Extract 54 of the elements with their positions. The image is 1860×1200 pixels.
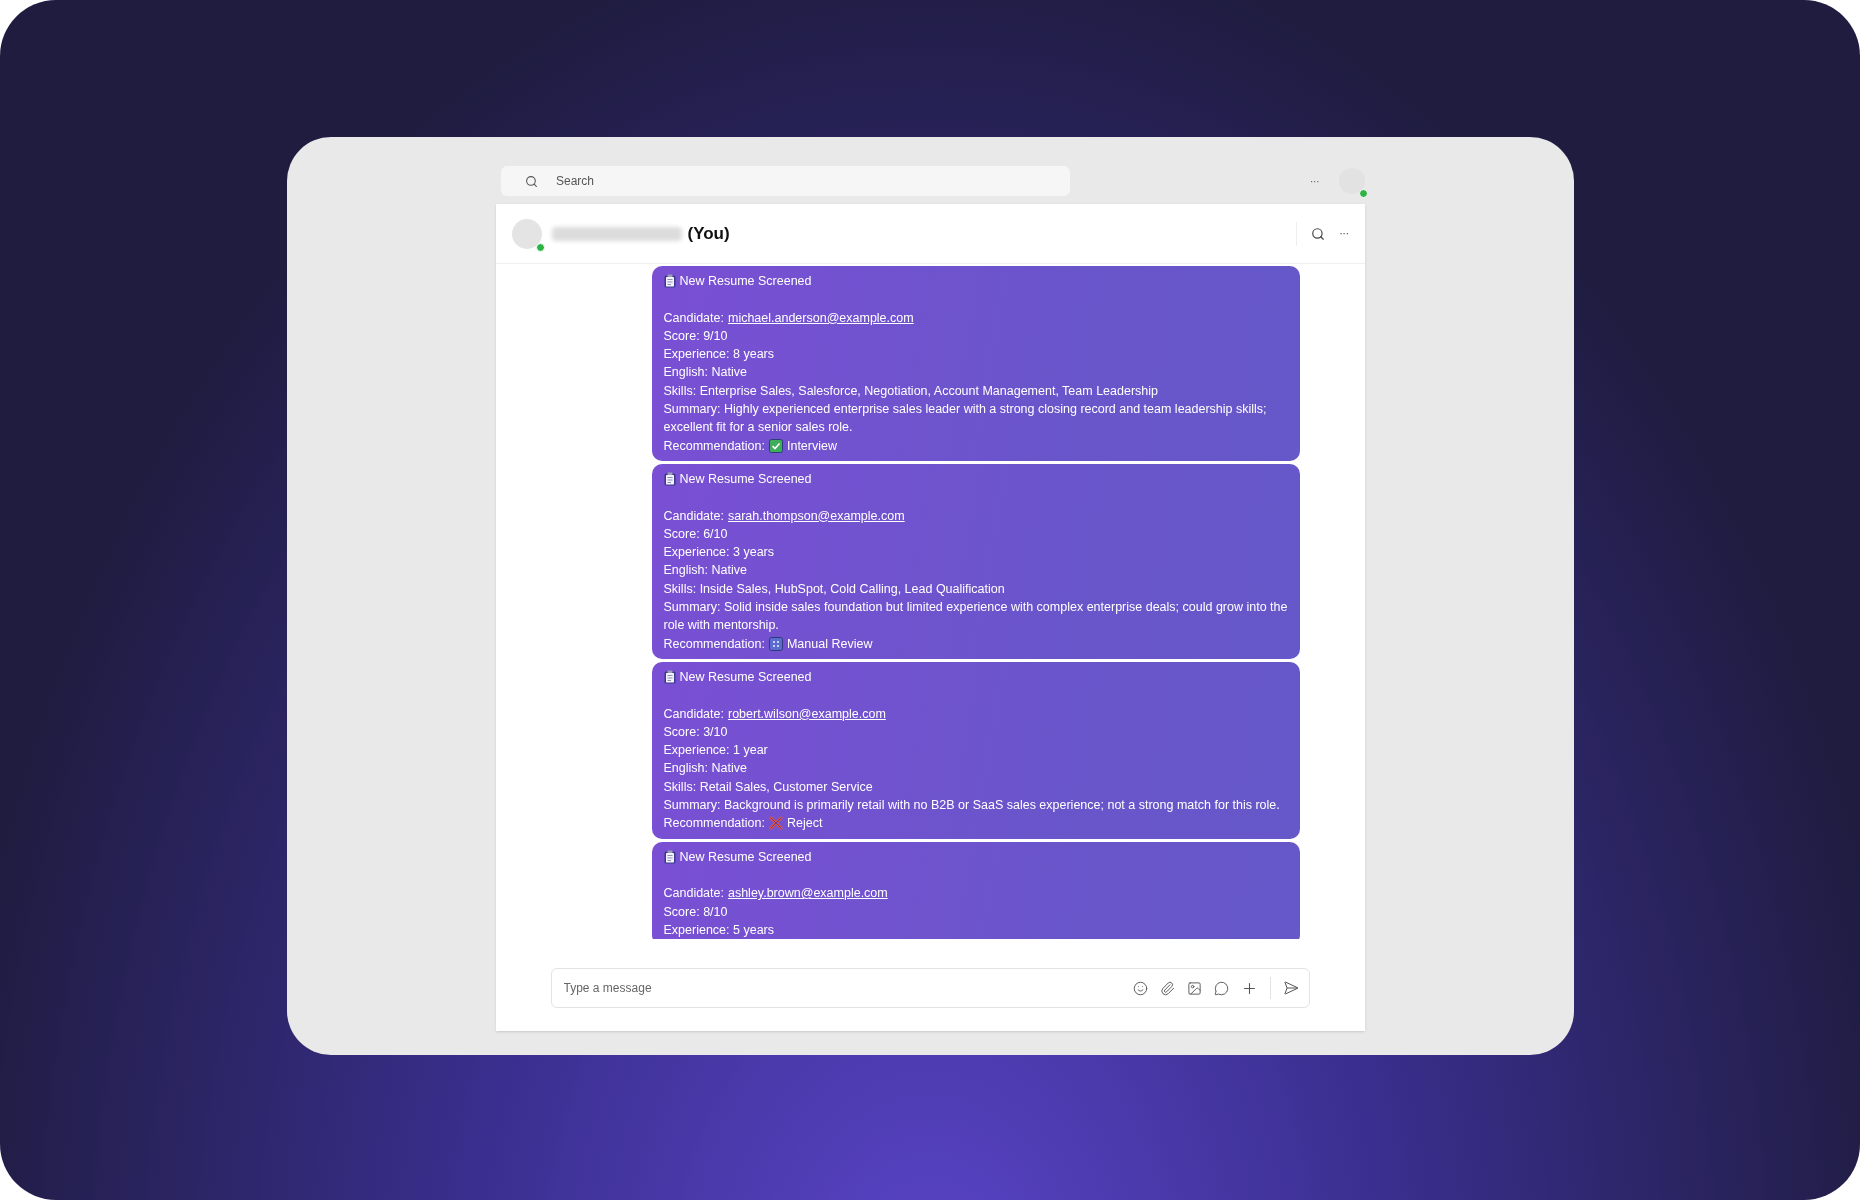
message-line: Experience: 1 year: [663, 742, 769, 760]
send-icon[interactable]: [1282, 980, 1299, 996]
paperclip-icon[interactable]: [1159, 980, 1175, 996]
recommendation-value: Manual Review: [786, 635, 873, 653]
message-line: Summary: Highly experienced enterprise sales leader with a strong closing record and team leadership skills; excellent fit for a senior sales role.: [663, 401, 1268, 437]
more-button[interactable]: ···: [1309, 172, 1319, 190]
message-title: New Resume Screened: [679, 470, 812, 488]
message-line: Score: 8/10: [663, 903, 729, 921]
email-link[interactable]: ashley.brown@example.com: [727, 884, 888, 903]
field-label: Candidate:: [663, 309, 724, 327]
avatar: [511, 218, 542, 249]
email-link[interactable]: michael.anderson@example.com: [727, 308, 914, 327]
field-label: Recommendation:: [663, 437, 765, 455]
message-line: Summary: Background is primarily retail with no B2B or SaaS sales experience; not a strong match for this role.: [663, 797, 1281, 814]
clipboard-icon: [663, 472, 676, 487]
field-label: Candidate:: [663, 705, 724, 723]
message-line: Skills: Inside Sales, HubSpot, Cold Calling, Lead Qualification: [663, 580, 1006, 598]
message-line: Summary: Solid inside sales foundation but limited experience with complex enterprise deals; could grow into the role with mentorship.: [663, 599, 1288, 635]
you-label: (You): [687, 222, 730, 245]
image-icon[interactable]: [1186, 980, 1202, 996]
message-title: New Resume Screened: [679, 848, 812, 866]
message-input-text: Type a message: [563, 979, 1133, 997]
search-field[interactable]: Search: [501, 166, 1070, 196]
message-line: Experience: 3 years: [663, 544, 775, 562]
clipboard-icon: [663, 670, 676, 685]
message-line: Experience: 8 years: [663, 346, 775, 364]
search-icon[interactable]: [1311, 226, 1326, 241]
message-line: Score: 3/10: [663, 723, 729, 741]
clipboard-icon: [663, 274, 676, 289]
field-label: Recommendation:: [663, 815, 765, 833]
recommendation-value: Interview: [786, 437, 837, 455]
message-input[interactable]: Type a message: [550, 968, 1310, 1008]
recommendation-value: Reject: [786, 815, 823, 833]
email-link[interactable]: robert.wilson@example.com: [727, 704, 886, 723]
message-line: Skills: Retail Sales, Customer Service: [663, 778, 874, 796]
message-line: Score: 6/10: [663, 525, 729, 543]
message-line: Skills: Enterprise Sales, Salesforce, Negotiation, Account Management, Team Leadership: [663, 382, 1159, 400]
message-line: English: Native: [663, 562, 748, 580]
field-label: Recommendation:: [663, 635, 765, 653]
emoji-icon[interactable]: [1132, 980, 1148, 996]
search-icon: [525, 174, 538, 188]
field-label: Candidate:: [663, 885, 724, 903]
message-line: English: Native: [663, 760, 748, 778]
message-title: New Resume Screened: [679, 273, 812, 290]
chat-bubble-icon[interactable]: [1213, 980, 1229, 996]
more-button[interactable]: ···: [1339, 225, 1349, 242]
message-title: New Resume Screened: [679, 668, 812, 686]
message-line: Score: 9/10: [663, 327, 729, 345]
message-line: Experience: 5 years: [663, 921, 775, 939]
search-input: Search: [556, 172, 1070, 190]
email-link[interactable]: sarah.thompson@example.com: [727, 506, 905, 525]
field-label: Candidate:: [663, 507, 724, 525]
clipboard-icon: [663, 849, 676, 864]
message-line: English: Native: [663, 364, 748, 382]
